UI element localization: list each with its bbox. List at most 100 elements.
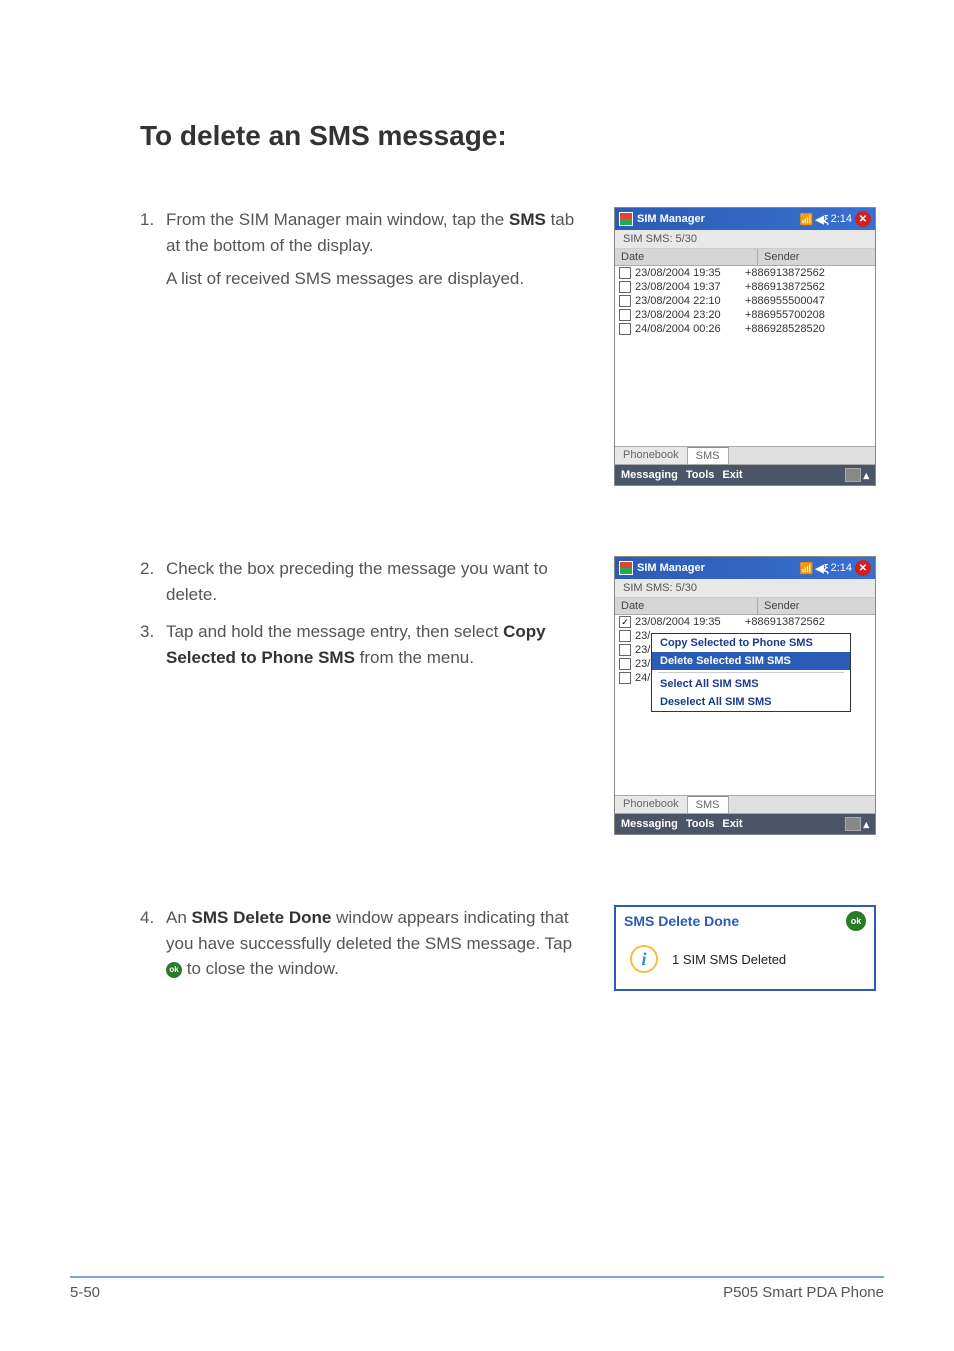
step-1-body: From the SIM Manager main window, tap th… [166, 207, 584, 292]
menu-copy-selected[interactable]: Copy Selected to Phone SMS [652, 634, 850, 652]
app-icon [619, 212, 633, 226]
checkbox[interactable] [619, 658, 631, 670]
context-menu: Copy Selected to Phone SMS Delete Select… [651, 633, 851, 712]
step-4-bold: SMS Delete Done [192, 908, 332, 927]
menu-messaging[interactable]: Messaging [621, 469, 678, 481]
close-icon[interactable]: ✕ [855, 560, 871, 576]
step-1-note: A list of received SMS messages are disp… [166, 266, 584, 292]
checkbox[interactable] [619, 281, 631, 293]
signal-icon: 📶 [800, 562, 814, 575]
keyboard-icon[interactable] [845, 817, 861, 831]
pda-tabs: Phonebook SMS [615, 795, 875, 814]
menu-tools[interactable]: Tools [686, 818, 715, 830]
pda-titlebar: SIM Manager 📶 ◀ξ 2:14 ✕ [615, 208, 875, 230]
page-content: To delete an SMS message: 1. From the SI… [70, 120, 884, 994]
section-heading: To delete an SMS message: [140, 120, 884, 152]
step-1-num: 1. [140, 207, 166, 292]
screenshot-3: SMS Delete Done ok i 1 SIM SMS Deleted [614, 905, 884, 991]
step-2-3-row: 2. Check the box preceding the message y… [70, 556, 884, 835]
pda-title: SIM Manager [637, 213, 800, 225]
step-1-frag-a: From the SIM Manager main window, tap th… [166, 210, 509, 229]
clock: 2:14 [831, 213, 852, 225]
step-1-bold: SMS [509, 210, 546, 229]
menu-delete-selected[interactable]: Delete Selected SIM SMS [652, 652, 850, 670]
tab-phonebook[interactable]: Phonebook [615, 796, 688, 813]
checkbox[interactable] [619, 323, 631, 335]
status-icons: 📶 ◀ξ 2:14 [800, 213, 852, 226]
column-headers: Date Sender [615, 249, 875, 266]
step-4-row: 4. An SMS Delete Done window appears ind… [70, 905, 884, 994]
list-item[interactable]: 23/08/2004 19:37+886913872562 [615, 280, 875, 294]
screenshot-1: SIM Manager 📶 ◀ξ 2:14 ✕ SIM SMS: 5/30 Da… [614, 207, 884, 486]
tab-sms[interactable]: SMS [688, 796, 729, 813]
step-1-text: 1. From the SIM Manager main window, tap… [70, 207, 584, 304]
checkbox[interactable] [619, 672, 631, 684]
signal-icon: 📶 [800, 213, 814, 226]
menu-exit[interactable]: Exit [722, 469, 742, 481]
dialog-title-text: SMS Delete Done [624, 913, 739, 929]
menu-select-all[interactable]: Select All SIM SMS [652, 675, 850, 693]
sms-count: SIM SMS: 5/30 [615, 230, 875, 249]
close-icon[interactable]: ✕ [855, 211, 871, 227]
menu-tools[interactable]: Tools [686, 469, 715, 481]
pda-titlebar: SIM Manager 📶 ◀ξ 2:14 ✕ [615, 557, 875, 579]
step-3-num: 3. [140, 619, 166, 670]
step-2-3-text: 2. Check the box preceding the message y… [70, 556, 584, 682]
speaker-icon: ◀ξ [815, 562, 828, 575]
pda-tabs: Phonebook SMS [615, 446, 875, 465]
menu-exit[interactable]: Exit [722, 818, 742, 830]
list-item[interactable]: 24/08/2004 00:26+886928528520 [615, 322, 875, 336]
step-3-frag-c: from the menu. [355, 648, 474, 667]
column-headers: Date Sender [615, 598, 875, 615]
checkbox-checked[interactable] [619, 616, 631, 628]
col-date[interactable]: Date [615, 249, 758, 265]
sms-delete-dialog: SMS Delete Done ok i 1 SIM SMS Deleted [614, 905, 876, 991]
list-item[interactable]: 23/08/2004 22:10+886955500047 [615, 294, 875, 308]
screenshot-2: SIM Manager 📶 ◀ξ 2:14 ✕ SIM SMS: 5/30 Da… [614, 556, 884, 835]
info-icon: i [630, 945, 658, 973]
checkbox[interactable] [619, 630, 631, 642]
step-4-body: An SMS Delete Done window appears indica… [166, 905, 584, 982]
checkbox[interactable] [619, 295, 631, 307]
checkbox[interactable] [619, 309, 631, 321]
step-3-body: Tap and hold the message entry, then sel… [166, 619, 584, 670]
step-4-frag-d: to close the window. [182, 959, 339, 978]
step-4-num: 4. [140, 905, 166, 982]
step-4-frag-a: An [166, 908, 192, 927]
tab-phonebook[interactable]: Phonebook [615, 447, 688, 464]
step-4-text: 4. An SMS Delete Done window appears ind… [70, 905, 584, 994]
dialog-message: 1 SIM SMS Deleted [672, 952, 786, 967]
col-sender[interactable]: Sender [758, 249, 875, 265]
dialog-titlebar: SMS Delete Done ok [616, 907, 874, 935]
checkbox[interactable] [619, 644, 631, 656]
sms-list-2: 23/08/2004 19:35+886913872562 23/ 23/ 23… [615, 615, 875, 795]
tab-sms[interactable]: SMS [688, 447, 729, 464]
menu-messaging[interactable]: Messaging [621, 818, 678, 830]
chevron-up-icon[interactable]: ▴ [863, 469, 869, 482]
pda-window-1: SIM Manager 📶 ◀ξ 2:14 ✕ SIM SMS: 5/30 Da… [614, 207, 876, 486]
checkbox[interactable] [619, 267, 631, 279]
col-sender[interactable]: Sender [758, 598, 875, 614]
step-1-row: 1. From the SIM Manager main window, tap… [70, 207, 884, 486]
pda-window-2: SIM Manager 📶 ◀ξ 2:14 ✕ SIM SMS: 5/30 Da… [614, 556, 876, 835]
ok-button[interactable]: ok [846, 911, 866, 931]
chevron-up-icon[interactable]: ▴ [863, 818, 869, 831]
keyboard-icon[interactable] [845, 468, 861, 482]
step-2-body: Check the box preceding the message you … [166, 556, 584, 607]
pda-menubar: Messaging Tools Exit ▴ [615, 465, 875, 485]
page-number: 5-50 [70, 1284, 100, 1301]
step-2-num: 2. [140, 556, 166, 607]
speaker-icon: ◀ξ [815, 213, 828, 226]
list-item[interactable]: 23/08/2004 19:35+886913872562 [615, 615, 875, 629]
menu-deselect-all[interactable]: Deselect All SIM SMS [652, 693, 850, 711]
sms-list-1: 23/08/2004 19:35+886913872562 23/08/2004… [615, 266, 875, 446]
pda-title: SIM Manager [637, 562, 800, 574]
page-footer: 5-50 P505 Smart PDA Phone [70, 1276, 884, 1301]
app-icon [619, 561, 633, 575]
pda-menubar: Messaging Tools Exit ▴ [615, 814, 875, 834]
dialog-body: i 1 SIM SMS Deleted [616, 935, 874, 989]
list-item[interactable]: 23/08/2004 23:20+886955700208 [615, 308, 875, 322]
col-date[interactable]: Date [615, 598, 758, 614]
list-item[interactable]: 23/08/2004 19:35+886913872562 [615, 266, 875, 280]
step-3-frag-a: Tap and hold the message entry, then sel… [166, 622, 503, 641]
